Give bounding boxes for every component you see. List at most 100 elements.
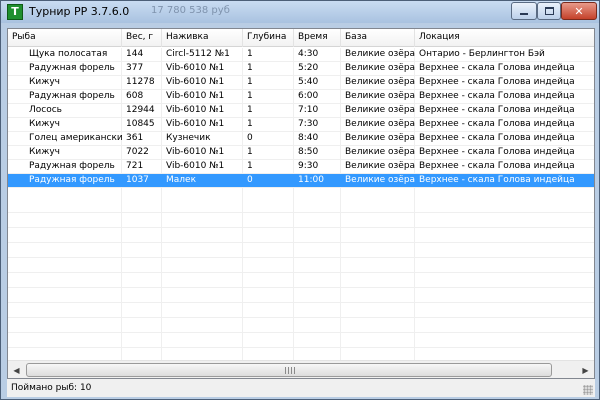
cell-base: Великие озёра bbox=[345, 63, 415, 73]
cell-base: Великие озёра bbox=[345, 49, 415, 59]
cell-weight: 608 bbox=[126, 91, 144, 101]
column-header-depth[interactable]: Глубина bbox=[243, 29, 294, 47]
cell-location: Верхнее - скала Голова индейца bbox=[419, 161, 575, 171]
cell-location: Верхнее - скала Голова индейца bbox=[419, 105, 575, 115]
cell-fish: Радужная форель bbox=[29, 91, 115, 101]
cell-bait: Кузнечик bbox=[166, 133, 211, 143]
cell-bait: Vib-6010 №1 bbox=[166, 147, 225, 157]
cell-time: 4:30 bbox=[298, 49, 319, 59]
cell-location: Верхнее - скала Голова индейца bbox=[419, 133, 575, 143]
cell-bait: Малек bbox=[166, 175, 197, 185]
cell-fish: Радужная форель bbox=[29, 161, 115, 171]
cell-base: Великие озёра bbox=[345, 133, 415, 143]
table-row[interactable]: Радужная форель 608 Vib-6010 №1 1 6:00 Велики… bbox=[8, 90, 594, 104]
cell-depth: 0 bbox=[247, 175, 253, 185]
cell-fish: Кижуч bbox=[29, 119, 60, 129]
column-header-fish[interactable]: Рыба bbox=[8, 29, 122, 47]
table-row[interactable]: Кижуч 7022 Vib-6010 №1 1 8:50 Великие озёра Ве… bbox=[8, 146, 594, 160]
cell-weight: 11278 bbox=[126, 77, 155, 87]
table-body: Щука полосатая 144 Circl-5112 №1 1 4:30 Велик… bbox=[8, 48, 594, 188]
app-icon[interactable]: T bbox=[7, 4, 23, 20]
cell-time: 9:30 bbox=[298, 161, 319, 171]
cell-depth: 1 bbox=[247, 147, 253, 157]
cell-weight: 377 bbox=[126, 63, 144, 73]
table-row[interactable]: Радужная форель 1037 Малек 0 11:00 Великие оз… bbox=[8, 174, 594, 188]
cell-fish: Кижуч bbox=[29, 147, 60, 157]
cell-base: Великие озёра bbox=[345, 77, 415, 87]
cell-fish: Голец американский bbox=[29, 133, 122, 143]
scroll-left-arrow-icon[interactable]: ◀ bbox=[8, 362, 25, 378]
column-header-time[interactable]: Время bbox=[294, 29, 341, 47]
cell-base: Великие озёра bbox=[345, 147, 415, 157]
cell-time: 8:50 bbox=[298, 147, 319, 157]
cell-location: Верхнее - скала Голова индейца bbox=[419, 77, 575, 87]
cell-location: Верхнее - скала Голова индейца bbox=[419, 91, 575, 101]
status-bar: Поймано рыб: 10 bbox=[7, 379, 595, 397]
background-caption: 17 780 538 руб bbox=[151, 5, 230, 16]
column-header-bait[interactable]: Наживка bbox=[162, 29, 243, 47]
cell-bait: Circl-5112 №1 bbox=[166, 49, 230, 59]
cell-base: Великие озёра bbox=[345, 119, 415, 129]
table-row[interactable]: Голец американский 361 Кузнечик 0 8:40 Велики… bbox=[8, 132, 594, 146]
cell-time: 11:00 bbox=[298, 175, 324, 185]
cell-base: Великие озёра bbox=[345, 161, 415, 171]
column-header: Рыба Вес, г Наживка Глубина Время База Л… bbox=[8, 29, 594, 47]
cell-weight: 144 bbox=[126, 49, 144, 59]
column-header-base[interactable]: База bbox=[341, 29, 415, 47]
cell-base: Великие озёра bbox=[345, 91, 415, 101]
cell-time: 7:30 bbox=[298, 119, 319, 129]
catch-list-view[interactable]: Рыба Вес, г Наживка Глубина Время База Л… bbox=[7, 28, 595, 379]
cell-depth: 1 bbox=[247, 105, 253, 115]
table-row[interactable]: Кижуч 10845 Vib-6010 №1 1 7:30 Великие озёра В… bbox=[8, 118, 594, 132]
cell-depth: 1 bbox=[247, 77, 253, 87]
table-row[interactable]: Лосось 12944 Vib-6010 №1 1 7:10 Великие озёра… bbox=[8, 104, 594, 118]
cell-location: Верхнее - скала Голова индейца bbox=[419, 119, 575, 129]
table-row[interactable]: Радужная форель 721 Vib-6010 №1 1 9:30 Велики… bbox=[8, 160, 594, 174]
cell-time: 8:40 bbox=[298, 133, 319, 143]
minimize-icon bbox=[520, 13, 528, 15]
cell-bait: Vib-6010 №1 bbox=[166, 63, 225, 73]
table-row[interactable]: Щука полосатая 144 Circl-5112 №1 1 4:30 Велик… bbox=[8, 48, 594, 62]
cell-time: 6:00 bbox=[298, 91, 319, 101]
cell-bait: Vib-6010 №1 bbox=[166, 91, 225, 101]
cell-time: 5:40 bbox=[298, 77, 319, 87]
cell-fish: Радужная форель bbox=[29, 63, 115, 73]
minimize-button[interactable] bbox=[511, 2, 537, 20]
cell-location: Онтарио - Берлингтон Бэй bbox=[419, 49, 545, 59]
cell-depth: 1 bbox=[247, 63, 253, 73]
cell-bait: Vib-6010 №1 bbox=[166, 105, 225, 115]
cell-depth: 1 bbox=[247, 49, 253, 59]
cell-fish: Кижуч bbox=[29, 77, 60, 87]
maximize-button[interactable] bbox=[537, 2, 561, 20]
table-row[interactable]: Кижуч 11278 Vib-6010 №1 1 5:40 Великие озёра В… bbox=[8, 76, 594, 90]
cell-weight: 10845 bbox=[126, 119, 155, 129]
cell-location: Верхнее - скала Голова индейца bbox=[419, 175, 575, 185]
cell-bait: Vib-6010 №1 bbox=[166, 119, 225, 129]
resize-grip-icon[interactable] bbox=[583, 385, 593, 395]
cell-fish: Лосось bbox=[29, 105, 62, 115]
title-bar[interactable]: T Турнир РР 3.7.6.0 17 780 538 руб ✕ bbox=[1, 1, 599, 23]
cell-fish: Радужная форель bbox=[29, 175, 115, 185]
cell-time: 7:10 bbox=[298, 105, 319, 115]
cell-depth: 1 bbox=[247, 91, 253, 101]
scroll-right-arrow-icon[interactable]: ▶ bbox=[577, 362, 594, 378]
maximize-icon bbox=[544, 7, 554, 15]
table-row[interactable]: Радужная форель 377 Vib-6010 №1 1 5:20 Велики… bbox=[8, 62, 594, 76]
horizontal-scrollbar[interactable]: ◀ ▶ bbox=[8, 360, 594, 378]
cell-weight: 12944 bbox=[126, 105, 155, 115]
close-icon: ✕ bbox=[574, 4, 584, 18]
cell-weight: 361 bbox=[126, 133, 144, 143]
cell-location: Верхнее - скала Голова индейца bbox=[419, 147, 575, 157]
cell-time: 5:20 bbox=[298, 63, 319, 73]
cell-depth: 1 bbox=[247, 161, 253, 171]
column-header-location[interactable]: Локация bbox=[415, 29, 594, 47]
column-header-weight[interactable]: Вес, г bbox=[122, 29, 162, 47]
close-button[interactable]: ✕ bbox=[561, 2, 597, 20]
grip-icon bbox=[285, 367, 295, 374]
cell-base: Великие озёра bbox=[345, 105, 415, 115]
scrollbar-thumb[interactable] bbox=[26, 363, 552, 377]
cell-weight: 7022 bbox=[126, 147, 149, 157]
cell-weight: 721 bbox=[126, 161, 144, 171]
cell-base: Великие озёра bbox=[345, 175, 415, 185]
cell-weight: 1037 bbox=[126, 175, 149, 185]
